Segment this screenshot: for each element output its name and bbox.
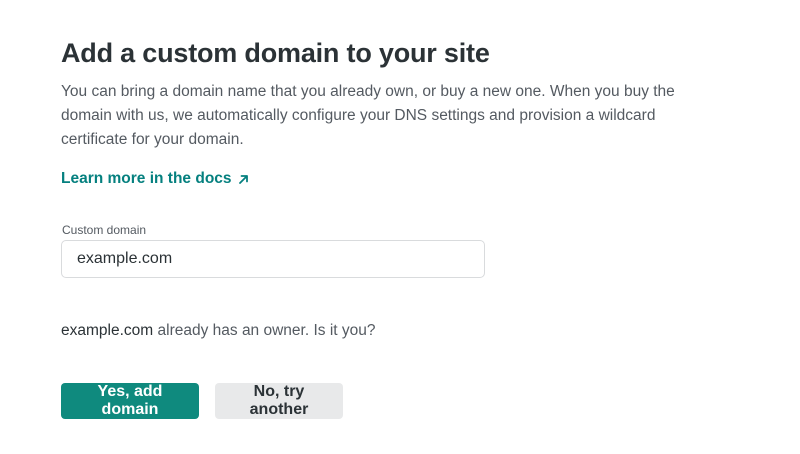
- no-try-another-button[interactable]: No, try another: [215, 383, 343, 419]
- external-arrow-icon: [238, 174, 248, 184]
- docs-link-label: Learn more in the docs: [61, 170, 232, 187]
- add-domain-panel: Add a custom domain to your site You can…: [0, 0, 800, 454]
- yes-add-domain-button[interactable]: Yes, add domain: [61, 383, 199, 419]
- page-title: Add a custom domain to your site: [61, 38, 490, 68]
- page-description: You can bring a domain name that you alr…: [61, 83, 675, 148]
- owned-domain-name: example.com: [61, 322, 154, 339]
- learn-more-docs-link[interactable]: Learn more in the docs: [61, 170, 249, 188]
- custom-domain-input[interactable]: [61, 240, 485, 278]
- ownership-message-text: already has an owner. Is it you?: [157, 322, 376, 339]
- ownership-message: example.com already has an owner. Is it …: [61, 322, 376, 340]
- custom-domain-label: Custom domain: [62, 223, 147, 237]
